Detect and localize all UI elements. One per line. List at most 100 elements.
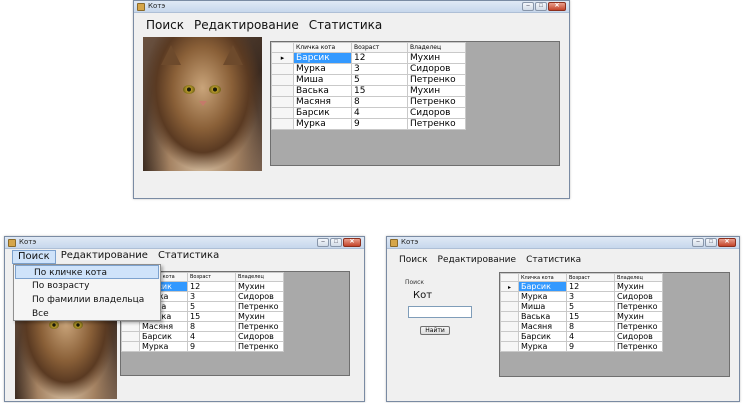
row-header[interactable] [500, 291, 519, 302]
cell-owner[interactable]: Петренко [407, 96, 466, 108]
menu-edit[interactable]: Редактирование [189, 17, 304, 33]
menu-item-by-name[interactable]: По кличке кота [15, 265, 159, 279]
row-header[interactable] [271, 85, 294, 97]
title-bar[interactable]: Котэ – □ ✕ [5, 237, 364, 249]
cell-name[interactable]: Мурка [293, 118, 352, 130]
row-header[interactable] [271, 107, 294, 119]
cell-owner[interactable]: Мухин [614, 311, 663, 322]
table-row[interactable]: Мурка 9 Петренко [500, 341, 663, 352]
row-header[interactable] [500, 321, 519, 332]
cell-age[interactable]: 9 [187, 341, 236, 352]
cell-age[interactable]: 15 [351, 85, 408, 97]
menu-search[interactable]: Поиск [394, 254, 433, 267]
cell-age[interactable]: 12 [351, 52, 408, 64]
cell-owner[interactable]: Сидоров [614, 291, 663, 302]
cats-grid-area[interactable]: Кличка кота Возраст Владелец ▸Барсик12Му… [270, 41, 560, 166]
cell-name[interactable]: Барсик [139, 331, 188, 342]
row-header[interactable]: ▸ [500, 281, 519, 292]
col-header-name[interactable]: Кличка кота [518, 273, 567, 282]
cell-age[interactable]: 5 [566, 301, 615, 312]
table-row[interactable]: Масяня 8 Петренко [271, 96, 466, 108]
search-input[interactable] [408, 306, 472, 318]
cell-age[interactable]: 12 [187, 281, 236, 292]
cell-age[interactable]: 8 [566, 321, 615, 332]
cell-owner[interactable]: Сидоров [407, 107, 466, 119]
table-row[interactable]: Барсик 4 Сидоров [500, 331, 663, 342]
row-header[interactable]: ▸ [271, 52, 294, 64]
cell-age[interactable]: 15 [187, 311, 236, 322]
menu-search[interactable]: Поиск [12, 250, 56, 264]
cell-age[interactable]: 3 [187, 291, 236, 302]
row-header[interactable] [271, 63, 294, 75]
cell-owner[interactable]: Мухин [407, 52, 466, 64]
cell-age[interactable]: 3 [566, 291, 615, 302]
cell-owner[interactable]: Петренко [235, 301, 284, 312]
cell-owner[interactable]: Мухин [235, 281, 284, 292]
close-icon[interactable]: ✕ [718, 238, 736, 247]
table-row[interactable]: Масяня 8 Петренко [121, 321, 284, 332]
cell-owner[interactable]: Сидоров [235, 291, 284, 302]
cats-grid[interactable]: Кличка кота Возраст Владелец ▸Барсик12Му… [500, 273, 663, 352]
cell-owner[interactable]: Петренко [407, 118, 466, 130]
menu-stats[interactable]: Статистика [304, 17, 388, 33]
cell-age[interactable]: 9 [566, 341, 615, 352]
cell-name[interactable]: Масяня [518, 321, 567, 332]
cell-owner[interactable]: Мухин [614, 281, 663, 292]
cell-owner[interactable]: Мухин [407, 85, 466, 97]
cell-name[interactable]: Масяня [139, 321, 188, 332]
cell-owner[interactable]: Петренко [235, 341, 284, 352]
cell-owner[interactable]: Сидоров [407, 63, 466, 75]
menu-item-by-age[interactable]: По возрасту [14, 279, 160, 293]
table-row[interactable]: ▸ Барсик12Мухин [271, 52, 466, 64]
menu-item-all[interactable]: Все [14, 307, 160, 321]
cell-owner[interactable]: Петренко [614, 301, 663, 312]
cell-age[interactable]: 15 [566, 311, 615, 322]
cell-owner[interactable]: Петренко [614, 321, 663, 332]
cell-name[interactable]: Миша [293, 74, 352, 86]
maximize-icon[interactable]: □ [330, 238, 342, 247]
row-header[interactable] [271, 118, 294, 130]
col-header-name[interactable]: Кличка кота [293, 42, 352, 53]
row-header[interactable] [500, 311, 519, 322]
menu-stats[interactable]: Статистика [521, 254, 586, 267]
menu-edit[interactable]: Редактирование [433, 254, 522, 267]
cell-owner[interactable]: Петренко [407, 74, 466, 86]
cell-name[interactable]: Барсик [293, 52, 352, 64]
table-row[interactable]: Барсик 4 Сидоров [271, 107, 466, 119]
table-row[interactable]: Васька15Мухин [500, 311, 663, 322]
maximize-icon[interactable]: □ [535, 2, 547, 11]
cell-name[interactable]: Барсик [293, 107, 352, 119]
row-header[interactable] [500, 341, 519, 352]
menu-stats[interactable]: Статистика [153, 250, 224, 264]
find-button[interactable]: Найти [420, 326, 450, 335]
cell-name[interactable]: Масяня [293, 96, 352, 108]
minimize-icon[interactable]: – [692, 238, 704, 247]
close-icon[interactable]: ✕ [343, 238, 361, 247]
row-header[interactable] [121, 321, 140, 332]
cell-name[interactable]: Мурка [518, 291, 567, 302]
cell-age[interactable]: 3 [351, 63, 408, 75]
minimize-icon[interactable]: – [317, 238, 329, 247]
col-header-owner[interactable]: Владелец [614, 273, 663, 282]
col-header-age[interactable]: Возраст [351, 42, 408, 53]
cell-owner[interactable]: Петренко [235, 321, 284, 332]
cell-age[interactable]: 8 [187, 321, 236, 332]
title-bar[interactable]: Котэ – □ ✕ [387, 237, 739, 249]
col-header-age[interactable]: Возраст [187, 272, 236, 282]
maximize-icon[interactable]: □ [705, 238, 717, 247]
cell-name[interactable]: Мурка [139, 341, 188, 352]
table-row[interactable]: Барсик 4 Сидоров [121, 331, 284, 342]
cell-age[interactable]: 12 [566, 281, 615, 292]
row-header[interactable] [121, 331, 140, 342]
cell-owner[interactable]: Петренко [614, 341, 663, 352]
menu-item-by-owner[interactable]: По фамилии владельца [14, 293, 160, 307]
table-row[interactable]: Миша5Петренко [271, 74, 466, 86]
cell-name[interactable]: Васька [293, 85, 352, 97]
row-header[interactable] [271, 74, 294, 86]
row-header[interactable] [271, 96, 294, 108]
row-header[interactable] [121, 341, 140, 352]
menu-search[interactable]: Поиск [141, 17, 189, 33]
col-header-owner[interactable]: Владелец [407, 42, 466, 53]
cell-name[interactable]: Миша [518, 301, 567, 312]
table-row[interactable]: Миша5Петренко [500, 301, 663, 312]
